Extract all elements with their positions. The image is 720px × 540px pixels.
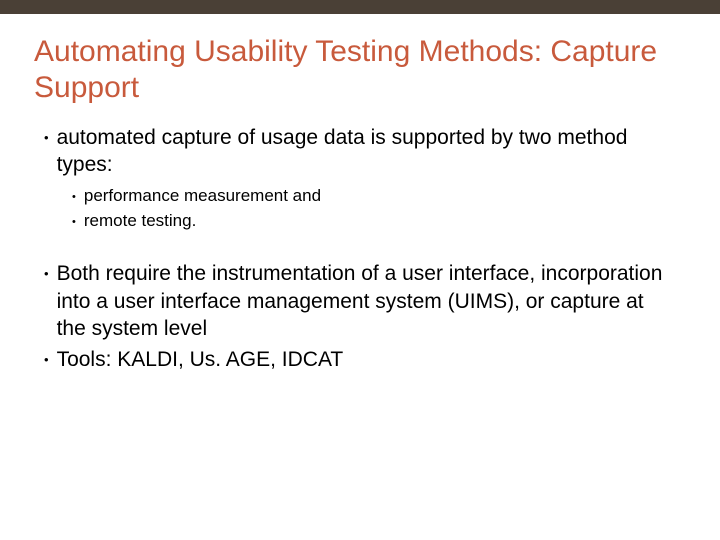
bullet-level2: • performance measurement and <box>72 185 676 208</box>
bullet-dot-icon: • <box>72 190 76 208</box>
bullet-text: remote testing. <box>84 210 676 233</box>
bullet-text: automated capture of usage data is suppo… <box>57 124 676 179</box>
bullet-dot-icon: • <box>44 130 49 179</box>
bullet-text: Both require the instrumentation of a us… <box>57 260 676 342</box>
slide-title: Automating Usability Testing Methods: Ca… <box>34 34 686 106</box>
bullet-dot-icon: • <box>44 266 49 342</box>
bullet-level1: • Tools: KALDI, Us. AGE, IDCAT <box>44 346 676 373</box>
bullet-text: Tools: KALDI, Us. AGE, IDCAT <box>57 346 676 373</box>
spacer <box>44 242 676 260</box>
bullet-level1: • Both require the instrumentation of a … <box>44 260 676 342</box>
slide-body: • automated capture of usage data is sup… <box>44 124 676 374</box>
bullet-level2: • remote testing. <box>72 210 676 233</box>
bullet-dot-icon: • <box>44 352 49 373</box>
top-bar <box>0 0 720 14</box>
slide: Automating Usability Testing Methods: Ca… <box>0 0 720 540</box>
sub-bullets: • performance measurement and • remote t… <box>72 185 676 233</box>
bullet-level1: • automated capture of usage data is sup… <box>44 124 676 179</box>
bullet-text: performance measurement and <box>84 185 676 208</box>
bullet-dot-icon: • <box>72 215 76 233</box>
